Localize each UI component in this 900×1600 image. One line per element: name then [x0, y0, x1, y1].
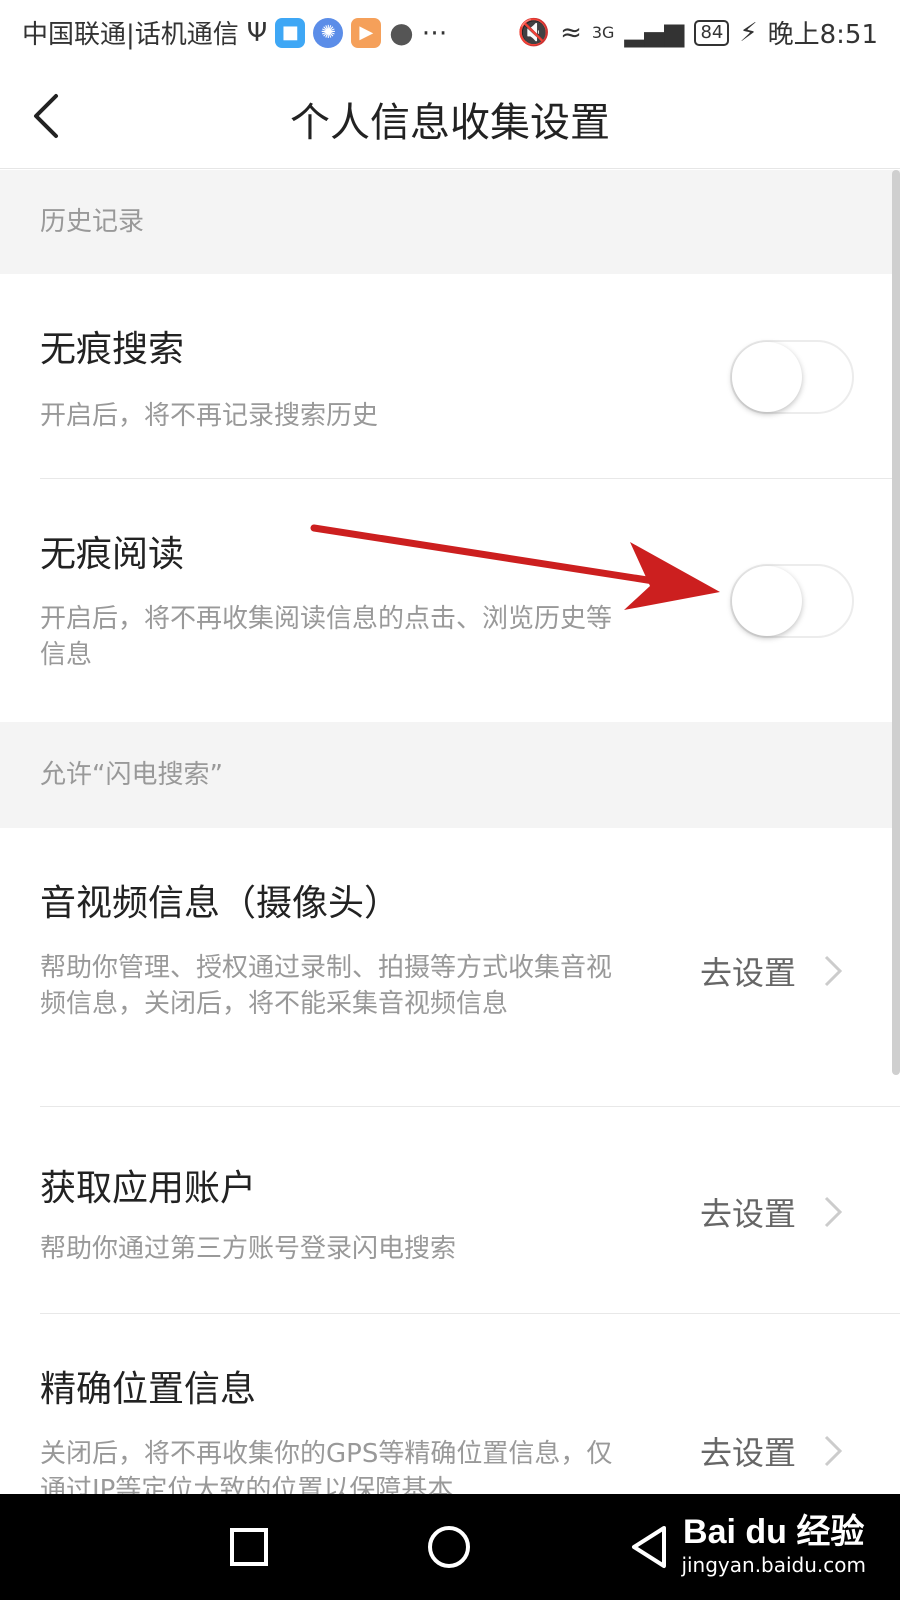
setting-row-precise-location[interactable]: 精确位置信息 关闭后，将不再收集你的GPS等精确位置信息，仅通过IP等定位大致的… — [0, 1314, 900, 1494]
recent-apps-button[interactable] — [222, 1520, 276, 1574]
more-icon: ⋯ — [421, 17, 448, 48]
back-nav-button[interactable] — [622, 1520, 676, 1574]
go-settings-button[interactable]: 去设置 — [700, 1189, 844, 1235]
toggle-knob — [732, 566, 802, 636]
chevron-right-icon — [824, 1196, 843, 1228]
toggle-knob — [732, 342, 802, 412]
battery-level: 84 — [694, 19, 730, 46]
incognito-reading-toggle[interactable] — [730, 564, 854, 638]
baidu-jingyan-watermark: Bai du 经验 jingyan.baidu.com — [681, 1504, 866, 1577]
page-title: 个人信息收集设置 — [290, 100, 610, 146]
watermark-url: jingyan.baidu.com — [681, 1553, 866, 1577]
watermark-logo: Bai du 经验 — [683, 1513, 865, 1551]
chevron-right-icon — [824, 1435, 843, 1467]
go-settings-label: 去设置 — [700, 1434, 797, 1472]
home-button[interactable] — [422, 1520, 476, 1574]
system-nav-bar: Bai du 经验 jingyan.baidu.com — [0, 1494, 900, 1600]
setting-row-av-info[interactable]: 音视频信息（摄像头） 帮助你管理、授权通过录制、拍摄等方式收集音视频信息，关闭后… — [0, 830, 900, 1106]
setting-row-incognito-search: 无痕搜索 开启后，将不再记录搜索历史 — [0, 274, 900, 478]
setting-description: 帮助你通过第三方账号登录闪电搜索 — [40, 1234, 457, 1264]
section-header-permissions: 允许“闪电搜索” — [0, 722, 900, 828]
incognito-search-toggle[interactable] — [730, 340, 854, 414]
signal-icon: ▂▄▆ — [624, 17, 685, 48]
status-bar-right: 🔇 ≈ 3G ▂▄▆ 84 ⚡ 晚上8:51 — [518, 14, 878, 51]
page-header: 个人信息收集设置 — [0, 62, 900, 169]
chevron-right-icon — [824, 955, 843, 987]
go-settings-label: 去设置 — [700, 954, 797, 992]
scrollbar[interactable] — [892, 170, 900, 1075]
clock: 晚上8:51 — [767, 20, 878, 50]
section-header-history: 历史记录 — [0, 170, 900, 274]
setting-title: 获取应用账户 — [40, 1168, 257, 1209]
circle-icon — [428, 1526, 470, 1568]
setting-title: 无痕搜索 — [40, 329, 185, 370]
go-settings-button[interactable]: 去设置 — [700, 1428, 844, 1474]
status-bar: 中国联通|话机通信 Ψ ■ ✺ ▶ ● ⋯ 🔇 ≈ 3G ▂▄▆ 84 ⚡ 晚上… — [0, 0, 900, 62]
setting-description: 开启后，将不再记录搜索历史 — [40, 401, 379, 431]
wifi-icon: ≈ — [560, 17, 582, 48]
setting-row-incognito-reading: 无痕阅读 开启后，将不再收集阅读信息的点击、浏览历史等信息 — [0, 479, 900, 721]
usb-icon: Ψ — [246, 17, 268, 48]
triangle-back-icon — [632, 1526, 666, 1568]
status-bar-left: 中国联通|话机通信 Ψ ■ ✺ ▶ ● ⋯ — [22, 14, 448, 51]
setting-title: 精确位置信息 — [40, 1369, 257, 1410]
go-settings-label: 去设置 — [700, 1195, 797, 1233]
browser-app-icon: ✺ — [313, 17, 344, 48]
carrier-label: 中国联通|话机通信 — [22, 20, 239, 50]
charging-icon: ⚡ — [739, 17, 758, 48]
video-app-icon: ▶ — [351, 17, 382, 48]
message-icon: ● — [389, 16, 414, 49]
setting-description: 帮助你管理、授权通过录制、拍摄等方式收集音视频信息，关闭后，将不能采集音视频信息 — [40, 953, 613, 1019]
mute-icon: 🔇 — [517, 17, 551, 48]
setting-description: 开启后，将不再收集阅读信息的点击、浏览历史等信息 — [40, 604, 613, 670]
setting-description: 关闭后，将不再收集你的GPS等精确位置信息，仅通过IP等定位大致的位置以保障基本 — [40, 1439, 613, 1494]
setting-row-app-accounts[interactable]: 获取应用账户 帮助你通过第三方账号登录闪电搜索 去设置 — [0, 1107, 900, 1313]
go-settings-button[interactable]: 去设置 — [700, 948, 844, 994]
setting-title: 音视频信息（摄像头） — [40, 883, 401, 924]
square-icon — [230, 1528, 268, 1566]
network-type-label: 3G — [591, 23, 615, 42]
shield-app-icon: ■ — [275, 17, 306, 48]
setting-title: 无痕阅读 — [40, 534, 185, 575]
